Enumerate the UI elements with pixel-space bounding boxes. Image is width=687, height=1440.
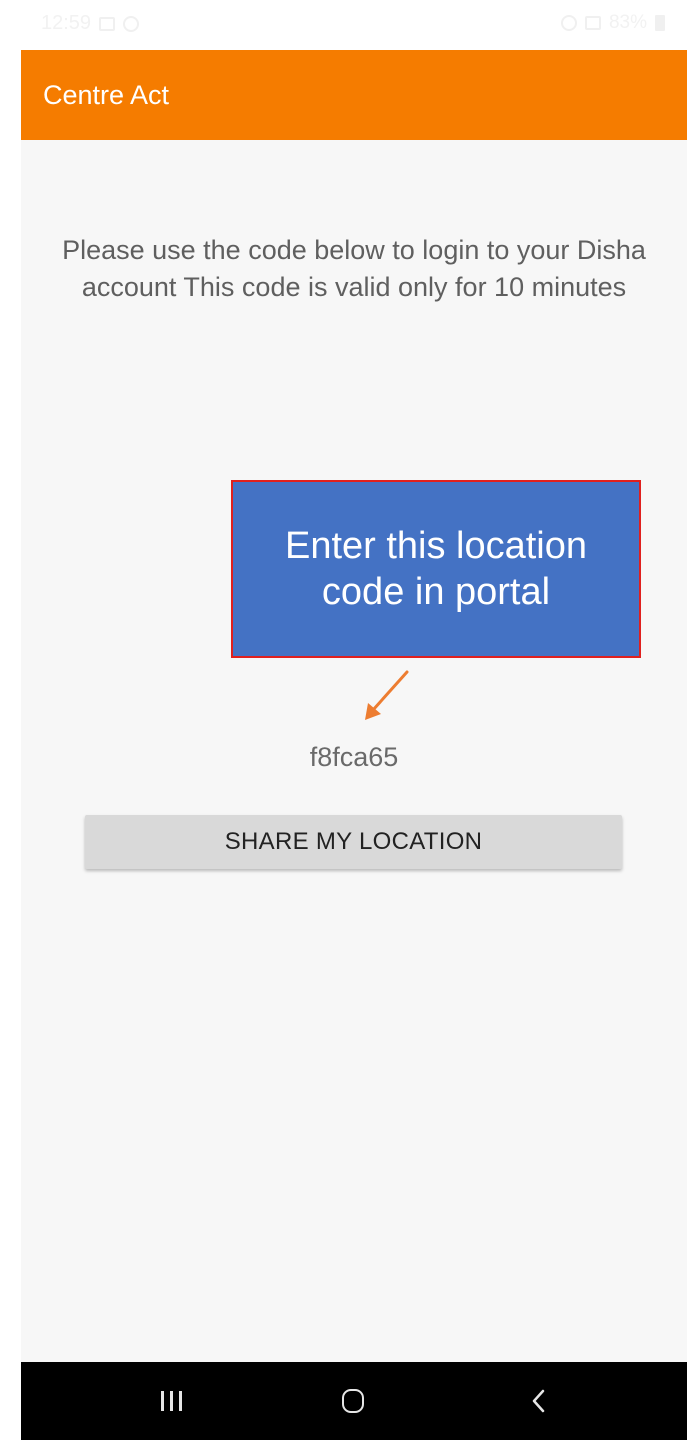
status-time: 12:59: [41, 12, 92, 34]
share-location-button[interactable]: SHARE MY LOCATION: [85, 815, 622, 869]
home-button[interactable]: [323, 1378, 383, 1424]
status-right: 83%: [560, 12, 665, 34]
home-icon: [342, 1389, 364, 1413]
annotation-arrow-icon: [365, 670, 409, 720]
back-button[interactable]: [509, 1378, 569, 1424]
phone-screen: 12:59 83% Centre Act Please use the code…: [21, 0, 687, 1440]
signal-icon: [584, 16, 601, 30]
navigation-bar: [21, 1362, 687, 1440]
battery-icon: [655, 15, 665, 31]
app-bar: Centre Act: [21, 50, 687, 140]
image-notification-icon: [99, 16, 116, 31]
battery-percent: 83%: [608, 12, 647, 33]
recents-button[interactable]: [141, 1378, 201, 1424]
status-bar: 12:59 83%: [21, 0, 687, 50]
recents-icon: [158, 1391, 185, 1411]
sync-notification-icon: [123, 15, 140, 32]
status-left: 12:59: [41, 12, 140, 35]
wifi-icon: [560, 15, 577, 31]
instructions-text: Please use the code below to login to yo…: [62, 235, 646, 302]
location-code: f8fca65: [309, 742, 399, 772]
app-title: Centre Act: [43, 80, 170, 110]
annotation-callout: Enter this location code in portal: [231, 480, 641, 658]
back-icon: [532, 1389, 545, 1413]
